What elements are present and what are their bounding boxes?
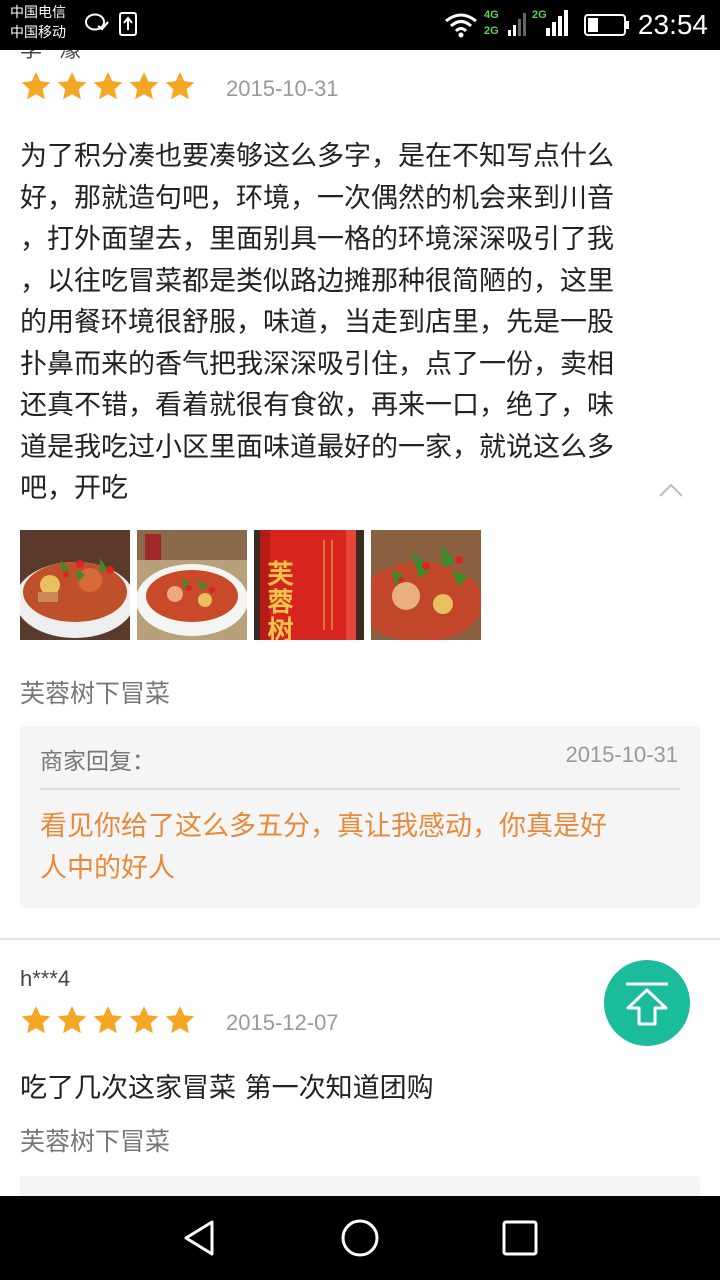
battery-icon [584,14,629,36]
merchant-reply [20,1176,700,1196]
review-date: 2015-10-31 [226,76,339,101]
star-icon [129,1006,159,1034]
star-icon [57,1006,87,1034]
svg-text:4G: 4G [484,9,499,21]
food-photo[interactable] [20,530,130,640]
review-text-line: 吧，开吃 [20,473,128,504]
carrier-1: 中国电信 [10,5,66,21]
arrow-up-icon [626,982,668,1026]
carrier-2: 中国移动 [10,25,66,41]
signal-icon: 4G 2G [484,9,526,37]
review-text-line: 的用餐环境很舒服，味道，当走到店里，先是一股 [20,307,614,338]
upload-icon [119,12,137,36]
review-text-line: 道是我吃过小区里面味道最好的一家，就说这么多 [20,431,614,463]
review-text: 吃了几次这家冒菜 第一次知道团购 [20,1073,434,1104]
back-to-top-button[interactable] [604,960,690,1046]
drink-photo[interactable]: 芙蓉树下 [254,530,364,640]
svg-text:芙蓉树下: 芙蓉树下 [263,560,293,640]
star-icon [129,72,159,100]
svg-text:2G: 2G [532,9,547,21]
reply-text: 看见你给了这么多五分，真让我感动，你真是好 人中的好人 [40,806,680,890]
recent-apps-icon[interactable] [498,1216,542,1260]
star-icon [21,72,51,100]
star-rating [20,70,196,102]
review-text-line: 为了积分凑也要凑够这么多字，是在不知写点什么 [20,141,614,172]
shop-name[interactable]: 芙蓉树下冒菜 [20,674,170,710]
star-icon [57,72,87,100]
food-photo[interactable] [371,530,481,640]
star-icon [21,1006,51,1034]
carrier-labels: 中国电信 中国移动 [10,3,66,43]
review-date: 2015-12-07 [226,1010,339,1035]
signal-icon: 2G [532,9,568,36]
reply-text-line: 看见你给了这么多五分，真让我感动，你真是好 [40,811,607,842]
reply-text-line: 人中的好人 [40,853,175,884]
star-icon [165,1006,195,1034]
star-icon [93,72,123,100]
reviews-list[interactable]: 李**濛 2015-10-31 为了积分凑也要凑够这么多字，是在不知写点什么 好… [0,50,720,1196]
shop-name[interactable]: 芙蓉树下冒菜 [20,1122,170,1158]
review-text-line: ，打外面望去，里面别具一格的环境深深吸引了我 [20,224,614,255]
status-bar: 中国电信 中国移动 4G 2G 2G 23:54 [0,0,720,50]
merchant-reply: 商家回复： 2015-10-31 看见你给了这么多五分，真让我感动，你真是好 人… [20,726,700,908]
star-rating [20,1004,196,1036]
wifi-icon [445,13,477,38]
navigation-bar [0,1196,720,1280]
reply-date: 2015-10-31 [565,742,678,767]
review-photos: 芙蓉树下 [20,530,481,640]
reviewer-name: h***4 [20,966,71,991]
review-text-line: 扑鼻而来的香气把我深深吸引住，点了一份，卖相 [20,348,614,380]
star-icon [93,1006,123,1034]
review-text: 为了积分凑也要凑够这么多字，是在不知写点什么 好，那就造句吧，环境，一次偶然的机… [20,136,692,510]
star-icon [165,72,195,100]
wechat-notification-icon [85,13,109,31]
review-text-line: ，以往吃冒菜都是类似路边摊那种很简陋的，这里 [20,265,614,297]
reply-label: 商家回复： [40,749,155,775]
review-text-line: 还真不错，看着就很有食欲，再来一口，绝了，味 [20,390,614,421]
reviewer-name: 李**濛 [20,50,81,64]
divider [0,938,720,940]
food-photo[interactable] [137,530,247,640]
back-icon[interactable] [178,1216,222,1260]
chevron-up-icon[interactable] [658,482,684,498]
divider [40,788,680,790]
home-icon[interactable] [338,1216,382,1260]
clock: 23:54 [637,9,708,40]
review-text-line: 好，那就造句吧，环境，一次偶然的机会来到川音 [20,182,614,214]
svg-text:2G: 2G [484,25,499,37]
